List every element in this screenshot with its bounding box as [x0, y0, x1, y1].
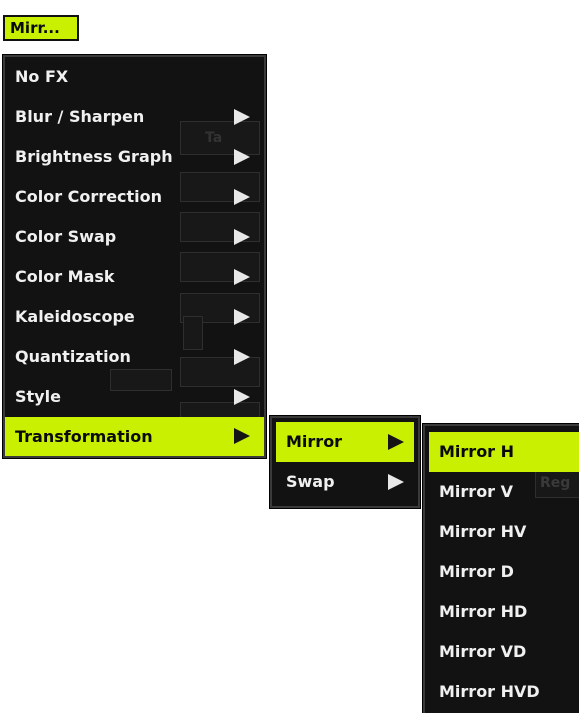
effect-dropdown-button[interactable]: Mirr...	[3, 15, 79, 41]
submenu-arrow-icon	[388, 434, 404, 450]
menu-item-label: Mirror V	[439, 482, 514, 501]
menu-item-label: Mirror VD	[439, 642, 527, 661]
menu-item-color-swap[interactable]: Color Swap	[5, 217, 264, 257]
menu-item-label: Color Swap	[15, 227, 117, 246]
transformation-submenu: Mirror Swap	[270, 416, 420, 508]
menu-item-label: Blur / Sharpen	[15, 107, 145, 126]
menu-item-label: Mirror HV	[439, 522, 527, 541]
menu-item-blur-sharpen[interactable]: Blur / Sharpen	[5, 97, 264, 137]
menu-item-label: Quantization	[15, 347, 131, 366]
submenu-arrow-icon	[234, 149, 250, 165]
effect-menu: Ta No FX Blur / Sharpen Brightness Graph…	[3, 55, 266, 458]
mirror-submenu: Reg Mirror H Mirror V Mirror HV Mirror D…	[423, 424, 579, 713]
menu-item-no-fx[interactable]: No FX	[5, 57, 264, 97]
menu-item-kaleidoscope[interactable]: Kaleidoscope	[5, 297, 264, 337]
menu-item-label: No FX	[15, 67, 69, 86]
menu-item-mirror-h[interactable]: Mirror H	[429, 432, 579, 472]
menu-item-label: Mirror H	[439, 442, 515, 461]
submenu-arrow-icon	[234, 189, 250, 205]
menu-item-label: Style	[15, 387, 61, 406]
menu-item-mirror-hvd[interactable]: Mirror HVD	[429, 672, 579, 712]
menu-item-label: Mirror HD	[439, 602, 528, 621]
menu-item-label: Color Mask	[15, 267, 115, 286]
submenu-arrow-icon	[234, 109, 250, 125]
menu-item-mirror-vd[interactable]: Mirror VD	[429, 632, 579, 672]
menu-item-label: Color Correction	[15, 187, 163, 206]
menu-item-label: Brightness Graph	[15, 147, 173, 166]
menu-item-label: Mirror HVD	[439, 682, 540, 701]
menu-item-mirror-hd[interactable]: Mirror HD	[429, 592, 579, 632]
menu-item-color-mask[interactable]: Color Mask	[5, 257, 264, 297]
menu-item-label: Swap	[286, 472, 335, 491]
menu-item-transformation[interactable]: Transformation	[5, 417, 264, 456]
effect-dropdown-label: Mirr...	[10, 19, 60, 37]
menu-item-label: Kaleidoscope	[15, 307, 135, 326]
menu-item-label: Transformation	[15, 427, 153, 446]
submenu-arrow-icon	[388, 474, 404, 490]
submenu-arrow-icon	[234, 309, 250, 325]
submenu-arrow-icon	[234, 349, 250, 365]
submenu-arrow-icon	[234, 229, 250, 245]
submenu-arrow-icon	[234, 428, 250, 444]
menu-item-quantization[interactable]: Quantization	[5, 337, 264, 377]
menu-item-style[interactable]: Style	[5, 377, 264, 417]
menu-item-mirror-v[interactable]: Mirror V	[429, 472, 579, 512]
menu-item-label: Mirror D	[439, 562, 514, 581]
menu-item-swap[interactable]: Swap	[276, 462, 414, 502]
menu-item-label: Mirror	[286, 432, 343, 451]
submenu-arrow-icon	[234, 269, 250, 285]
menu-item-color-correction[interactable]: Color Correction	[5, 177, 264, 217]
menu-item-brightness-graph[interactable]: Brightness Graph	[5, 137, 264, 177]
menu-item-mirror-hv[interactable]: Mirror HV	[429, 512, 579, 552]
submenu-arrow-icon	[234, 389, 250, 405]
menu-item-mirror-d[interactable]: Mirror D	[429, 552, 579, 592]
menu-item-mirror[interactable]: Mirror	[276, 422, 414, 462]
